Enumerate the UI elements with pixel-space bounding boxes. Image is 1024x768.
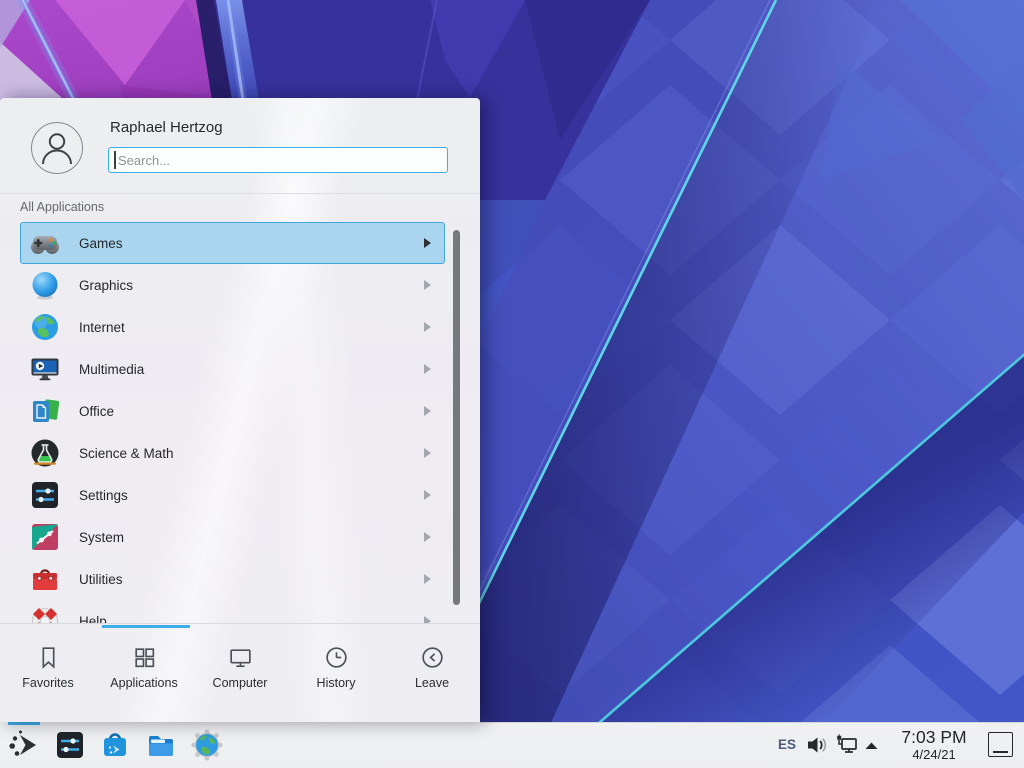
kickoff-icon[interactable] <box>8 729 40 761</box>
category-label: Internet <box>79 320 125 335</box>
category-label: Science & Math <box>79 446 174 461</box>
category-row-internet[interactable]: Internet <box>20 306 445 348</box>
applications-icon <box>131 644 158 671</box>
clock-time: 7:03 PM <box>886 727 982 747</box>
section-label: All Applications <box>20 200 104 214</box>
tab-label: Computer <box>213 676 268 690</box>
tab-computer[interactable]: Computer <box>192 624 288 722</box>
category-row-science-math[interactable]: Science & Math <box>20 432 445 474</box>
submenu-arrow-icon <box>423 616 431 623</box>
leave-icon <box>419 644 446 671</box>
submenu-arrow-icon <box>423 322 431 332</box>
globe-browser-icon[interactable] <box>191 729 223 761</box>
tab-label: Leave <box>415 676 449 690</box>
tab-leave[interactable]: Leave <box>384 624 480 722</box>
settings-icon <box>29 479 61 511</box>
submenu-arrow-icon <box>423 574 431 584</box>
computer-icon <box>227 644 254 671</box>
category-row-system[interactable]: System <box>20 516 445 558</box>
tab-favorites[interactable]: Favorites <box>0 624 96 722</box>
user-avatar[interactable] <box>31 122 83 174</box>
favorites-icon <box>35 644 62 671</box>
category-row-graphics[interactable]: Graphics <box>20 264 445 306</box>
clock-date: 4/24/21 <box>886 747 982 762</box>
category-label: Graphics <box>79 278 133 293</box>
launcher-active-indicator <box>8 722 40 725</box>
tab-label: Applications <box>110 676 177 690</box>
tab-label: History <box>317 676 356 690</box>
submenu-arrow-icon <box>423 532 431 542</box>
header-divider <box>0 193 480 194</box>
application-launcher-menu: Raphael Hertzog All Applications Games <box>0 98 480 722</box>
taskbar-top-border <box>480 722 1024 723</box>
submenu-arrow-icon <box>423 448 431 458</box>
submenu-arrow-icon <box>423 490 431 500</box>
history-icon <box>323 644 350 671</box>
system-icon <box>29 521 61 553</box>
graphics-icon <box>29 269 61 301</box>
category-row-games[interactable]: Games <box>20 222 445 264</box>
category-label: System <box>79 530 124 545</box>
active-tab-indicator <box>102 625 190 628</box>
category-label: Settings <box>79 488 128 503</box>
dolphin-folder-icon[interactable] <box>145 729 177 761</box>
multimedia-icon <box>29 353 61 385</box>
network-icon[interactable] <box>836 734 859 756</box>
discover-icon[interactable] <box>99 729 131 761</box>
category-row-settings[interactable]: Settings <box>20 474 445 516</box>
submenu-arrow-icon <box>423 280 431 290</box>
tab-label: Favorites <box>22 676 73 690</box>
category-row-multimedia[interactable]: Multimedia <box>20 348 445 390</box>
category-label: Office <box>79 404 114 419</box>
user-name: Raphael Hertzog <box>110 119 223 136</box>
show-desktop-button[interactable] <box>988 732 1013 757</box>
digital-clock[interactable]: 7:03 PM 4/24/21 <box>886 727 982 762</box>
internet-icon <box>29 311 61 343</box>
expand-tray-icon[interactable] <box>864 741 879 750</box>
category-list: Games Graphics Internet <box>0 222 480 623</box>
category-label: Utilities <box>79 572 123 587</box>
category-label: Games <box>79 236 123 251</box>
category-row-help[interactable]: Help <box>20 600 445 623</box>
games-icon <box>29 227 61 259</box>
user-icon <box>32 123 82 173</box>
search-input[interactable] <box>108 147 448 173</box>
volume-icon[interactable] <box>806 734 829 756</box>
keyboard-layout-indicator[interactable]: ES <box>778 722 796 768</box>
tab-applications[interactable]: Applications <box>96 624 192 722</box>
category-label: Multimedia <box>79 362 144 377</box>
utilities-icon <box>29 563 61 595</box>
category-row-utilities[interactable]: Utilities <box>20 558 445 600</box>
submenu-arrow-icon <box>423 238 431 248</box>
science-icon <box>29 437 61 469</box>
list-scrollbar[interactable] <box>453 230 460 605</box>
submenu-arrow-icon <box>423 364 431 374</box>
office-icon <box>29 395 61 427</box>
help-icon <box>29 605 61 623</box>
system-settings-icon[interactable] <box>54 729 86 761</box>
submenu-arrow-icon <box>423 406 431 416</box>
tab-history[interactable]: History <box>288 624 384 722</box>
category-label: Help <box>79 614 107 624</box>
text-caret <box>114 151 116 169</box>
category-row-office[interactable]: Office <box>20 390 445 432</box>
launcher-tabbar: Favorites Applications Computer History <box>0 623 480 722</box>
taskbar: ES 7:03 PM 4/24/21 <box>0 722 1024 768</box>
